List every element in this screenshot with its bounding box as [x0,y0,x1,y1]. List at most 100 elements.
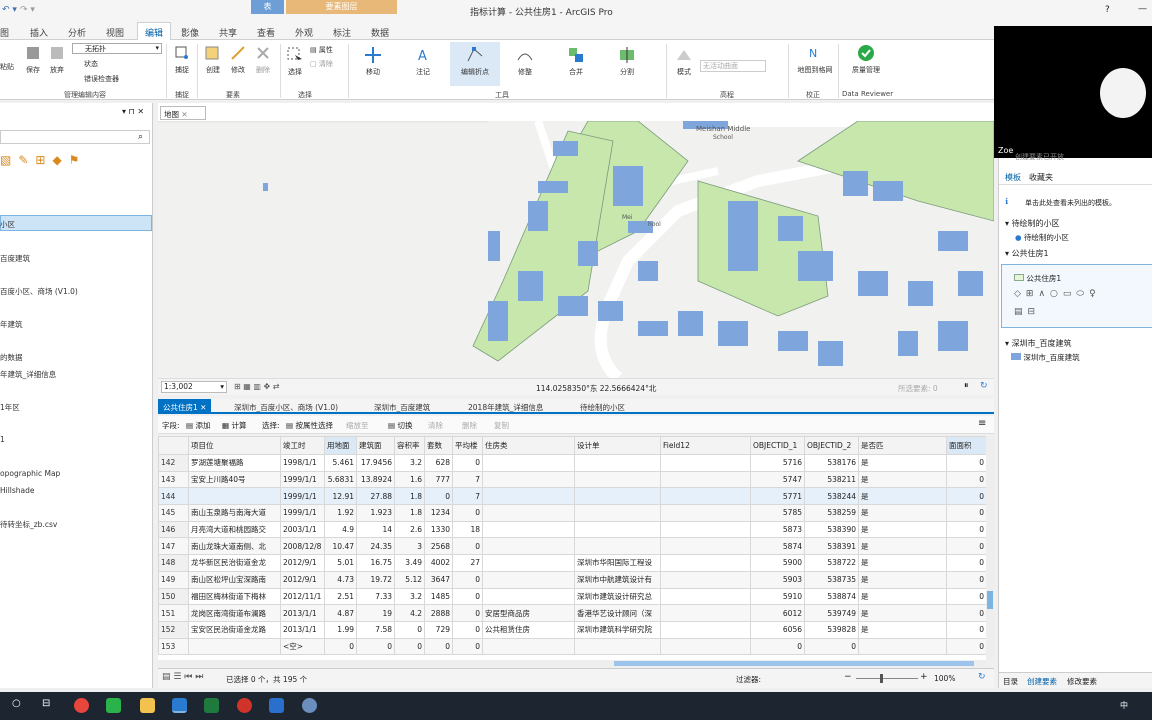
table-cell[interactable]: 深圳市建筑科学研究院 [574,620,661,639]
layer-item[interactable]: Hillshade [0,486,35,495]
surface-field[interactable]: 无活动曲面 [700,60,766,72]
table-cell[interactable]: 7.33 [356,587,395,606]
layer-toolbar[interactable]: ▧✎⊞◆⚑ [0,153,86,167]
table-cell[interactable] [660,637,751,656]
photo-icon[interactable] [269,698,284,713]
template-item[interactable]: 深圳市_百度建筑 [1011,352,1080,363]
table-cell[interactable]: 南山区松坪山宝深路南 [188,570,281,589]
table-cell[interactable]: 5873 [750,520,805,539]
table-cell[interactable]: 19 [356,604,395,622]
table-cell[interactable]: 538259 [804,504,859,522]
table-cell[interactable]: 1999/1/1 [280,487,325,506]
table-cell[interactable]: 4002 [424,554,453,572]
search-icon[interactable]: ⌕ [138,132,143,142]
table-cell[interactable]: 深圳市华阳国际工程设 [574,554,661,572]
layer-item[interactable]: 1年区 [0,402,20,413]
table-cell[interactable]: 福田区梅林街道下梅林 [188,587,281,606]
template-item[interactable]: ● 待绘制的小区 [1015,232,1069,243]
scale-dropdown[interactable]: 1:3,002 ▾ [161,381,227,393]
template-item[interactable]: 公共住房1 [1014,273,1061,284]
search-icon[interactable]: ○ [12,698,21,709]
table-cell[interactable]: 0 [452,620,483,639]
table-row[interactable]: 144 1999/1/1 12.91 27.88 1.8 0 7 5771 538244 是 0 [158,487,987,506]
table-row[interactable]: 153 <空> 0 0 0 0 0 0 0 0 [158,637,987,656]
table-row[interactable]: 147 南山龙珠大道南侧、北 2008/12/8 10.47 24.35 3 2568 0 58… [158,537,987,556]
table-cell[interactable]: 深圳市建筑设计研究总 [574,587,661,606]
group-header[interactable]: ▾ 待绘制的小区 [1005,218,1060,229]
layer-item[interactable]: 年建筑_详细信息 [0,369,56,380]
table-cell[interactable]: 27.88 [356,487,395,506]
table-cell[interactable] [574,454,661,472]
table-cell[interactable]: 1.8 [394,504,425,522]
table-cell[interactable] [660,520,751,539]
status-button[interactable]: 状态 [84,59,98,69]
search-input[interactable]: ⌕ [0,130,150,144]
column-header[interactable]: 住房类 [482,436,575,455]
topology-dropdown[interactable]: 无拓扑 ▾ [72,43,162,54]
layer-item[interactable]: opographic Map [0,469,60,478]
globe-icon[interactable] [302,698,317,713]
table-cell[interactable]: 7.58 [356,620,395,639]
quality-management-button[interactable]: 质量管理 [842,44,890,75]
paste-button[interactable]: 粘贴 [0,62,14,72]
table-cell[interactable] [482,554,575,572]
row-number[interactable]: 142 [158,454,189,472]
zoom-to-button[interactable]: 缩放至 [346,420,369,431]
column-header[interactable]: Field12 [660,436,751,455]
table-cell[interactable]: 0 [946,520,987,539]
table-cell[interactable] [482,570,575,589]
attributes-button[interactable]: ▤ 属性 [310,45,333,55]
table-cell[interactable]: 3 [394,537,425,556]
table-cell[interactable]: 3.2 [394,587,425,606]
edit-vertices-button[interactable]: 编辑折点 [450,42,500,86]
table-cell[interactable]: 5771 [750,487,805,506]
table-cell[interactable]: 17.9456 [356,454,395,472]
templates-hint[interactable]: 单击此处查看未列出的模板。 [1025,198,1116,208]
table-cell[interactable]: 0 [452,604,483,622]
table-cell[interactable]: 1485 [424,587,453,606]
column-header[interactable]: 容积率 [394,436,425,455]
table-cell[interactable]: 2012/9/1 [280,554,325,572]
table-cell[interactable]: 龙岗区南湾街道布澜路 [188,604,281,622]
arcgis-icon[interactable] [172,698,187,713]
table-cell[interactable]: 0 [946,620,987,639]
redo-icon[interactable]: ↷ ▾ [20,5,35,15]
row-number[interactable]: 149 [158,570,189,589]
table-cell[interactable]: 宝安区民治街道金龙路 [188,620,281,639]
table-cell[interactable] [858,637,947,656]
snapping-button[interactable]: 捕捉 [170,44,194,75]
table-cell[interactable] [660,570,751,589]
tab-edit[interactable]: 编辑 [137,22,172,40]
table-cell[interactable]: 538722 [804,554,859,572]
column-header[interactable]: 平均楼 [452,436,483,455]
table-cell[interactable]: 2012/9/1 [280,570,325,589]
map-canvas[interactable]: Meishan Middle School Mei hool [158,121,994,378]
map-tab[interactable]: 地图 ✕ [160,106,206,120]
table-cell[interactable]: 0 [946,587,987,606]
table-cell[interactable]: 是 [858,620,947,639]
tab-modify-features[interactable]: 修改要素 [1067,676,1097,687]
table-cell[interactable]: 538735 [804,570,859,589]
table-row[interactable]: 143 宝安上川路40号 1999/1/1 5.6831 13.8924 1.6 777 7 5… [158,470,987,489]
table-cell[interactable]: 0 [356,637,395,656]
reshape-tool-button[interactable]: 修整 [512,46,538,77]
layer-item[interactable]: 百度小区、商场 (V1.0) [0,286,78,297]
column-header[interactable]: OBJECTID_2 [804,436,859,455]
table-cell[interactable]: 是 [858,587,947,606]
table-cell[interactable] [660,587,751,606]
map-to-grid-button[interactable]: N 地图到格网 [792,44,838,75]
table-cell[interactable]: 是 [858,504,947,522]
table-cell[interactable] [660,554,751,572]
table-row[interactable]: 152 宝安区民治街道金龙路 2013/1/1 1.99 7.58 0 729 0 公共租赁住房… [158,620,987,639]
column-header[interactable]: 项目位 [188,436,281,455]
table-cell[interactable]: 0 [452,587,483,606]
hscroll-thumb[interactable] [614,661,974,666]
template-selected[interactable]: 公共住房1 ◇⊞∧○▭⬭♀ ▤⊟ [1001,264,1152,328]
table-cell[interactable]: 5.01 [324,554,357,572]
table-cell[interactable]: 公共租赁住房 [482,620,575,639]
table-cell[interactable]: 4.9 [324,520,357,539]
table-cell[interactable]: 2012/11/1 [280,587,325,606]
save-edits-button[interactable]: 保存 [22,44,44,75]
tab-insert[interactable]: 插入 [30,26,48,39]
table-cell[interactable]: 0 [946,637,987,656]
